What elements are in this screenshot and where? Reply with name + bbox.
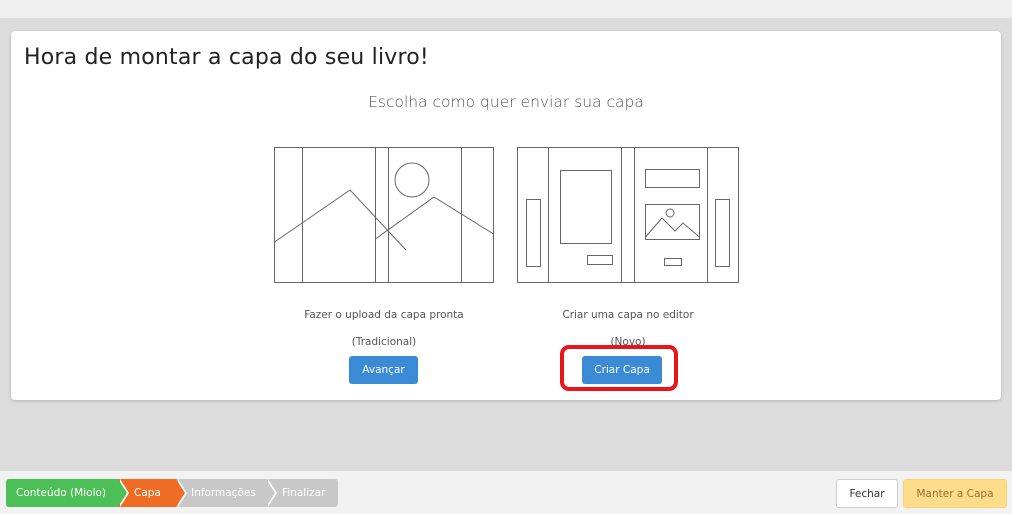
criar-capa-button[interactable]: Criar Capa <box>582 356 662 384</box>
page-title: Hora de montar a capa do seu livro! <box>24 45 429 70</box>
cover-setup-card: Hora de montar a capa do seu livro! Esco… <box>11 31 1001 400</box>
option-upload-tag: (Tradicional) <box>351 336 417 348</box>
step-finalizar-label: Finalizar <box>282 487 326 499</box>
page-subtitle: Escolha como quer enviar sua capa <box>368 93 644 111</box>
manter-capa-button[interactable]: Manter a Capa <box>903 479 1007 508</box>
step-informacoes[interactable]: Informações <box>176 479 277 507</box>
option-editor-tag: (Novo) <box>610 336 646 348</box>
option-editor: Criar uma capa no editor (Novo) Criar Ca… <box>508 147 748 391</box>
step-arrow <box>266 479 275 507</box>
step-conteudo-label: Conteúdo (Miolo) <box>16 487 107 499</box>
progress-steps: Conteúdo (Miolo) Capa Informações Finali… <box>6 479 338 507</box>
option-upload: Fazer o upload da capa pronta (Tradicion… <box>264 147 504 384</box>
top-bar <box>0 0 1012 18</box>
step-capa-label: Capa <box>134 487 161 499</box>
traditional-cover-illustration <box>274 147 494 283</box>
step-informacoes-label: Informações <box>191 487 256 499</box>
fechar-button[interactable]: Fechar <box>836 479 898 508</box>
footer-bar: Conteúdo (Miolo) Capa Informações Finali… <box>0 471 1012 514</box>
option-upload-label: Fazer o upload da capa pronta <box>304 309 464 321</box>
step-arrow <box>176 479 185 507</box>
avancar-button[interactable]: Avançar <box>349 356 418 384</box>
editor-cover-illustration <box>517 147 739 283</box>
step-arrow <box>118 479 127 507</box>
option-editor-label: Criar uma capa no editor <box>562 309 694 321</box>
step-conteudo[interactable]: Conteúdo (Miolo) <box>6 479 129 507</box>
